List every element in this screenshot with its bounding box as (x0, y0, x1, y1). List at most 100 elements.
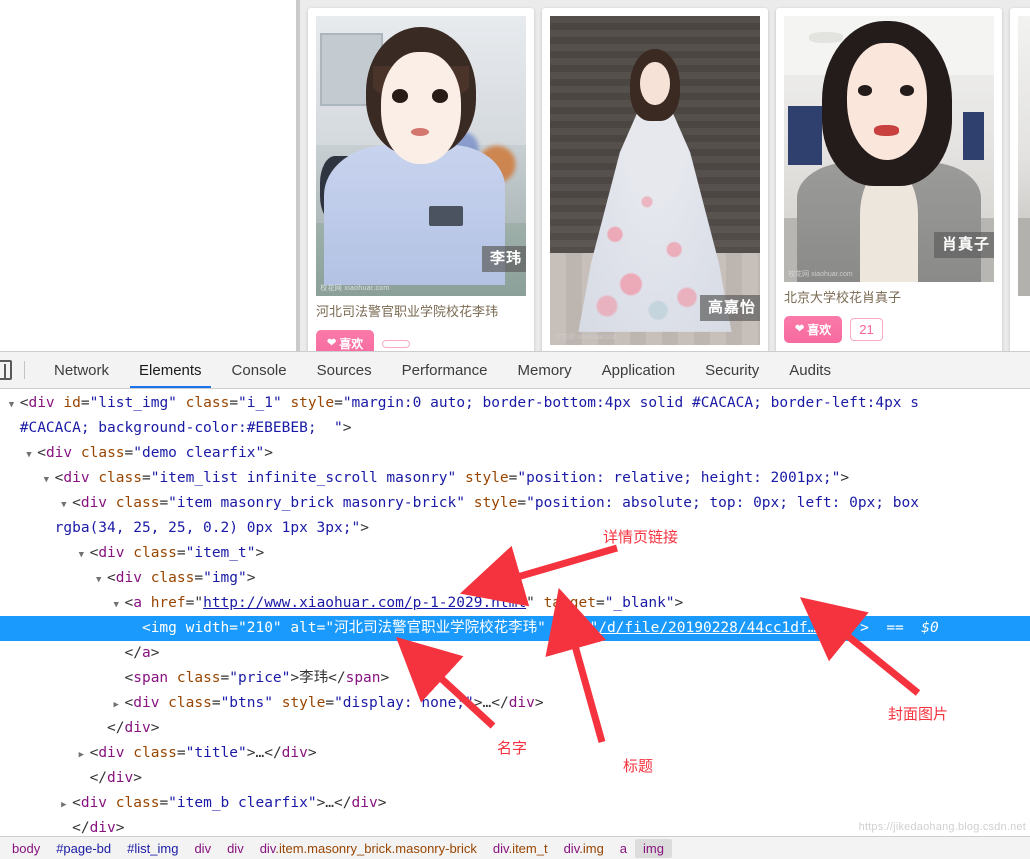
chevron-down-icon[interactable] (96, 568, 107, 593)
devtools-panel: Network Elements Console Sources Performance… (0, 351, 1030, 859)
breadcrumb-item-list_img[interactable]: #list_img (119, 839, 186, 858)
code-token-punct: > (115, 820, 125, 836)
code-token-tag: span (133, 670, 169, 686)
dom-node-row[interactable]: <div class="item_b clearfix">…</div> (0, 791, 1030, 816)
code-token-punct: >…</ (473, 695, 509, 711)
card-image-link[interactable]: 校花网 xiaohuar.com 肖真子 (784, 16, 994, 282)
code-token-punct: > (264, 445, 273, 461)
chevron-down-icon[interactable] (9, 393, 20, 418)
code-token-punct (273, 695, 282, 711)
code-token-attr: class (185, 395, 230, 411)
card-buttons: ❤ 喜欢 (316, 330, 526, 351)
code-token-punct (142, 570, 151, 586)
tab-audits[interactable]: Audits (774, 352, 846, 388)
breadcrumb-item-a[interactable]: a (612, 839, 635, 858)
dom-node-row[interactable]: <div class="img"> (0, 566, 1030, 591)
dom-node-row[interactable]: #CACACA; background-color:#EBEBEB; "> (0, 416, 1030, 441)
tab-performance[interactable]: Performance (387, 352, 503, 388)
page-left-gutter (0, 0, 296, 351)
tab-security[interactable]: Security (690, 352, 774, 388)
dom-node-row[interactable]: <div class="item_t"> (0, 541, 1030, 566)
code-token-val: "item_list infinite_scroll masonry" (150, 470, 457, 486)
heart-icon: ❤ (795, 323, 805, 336)
dom-node-row[interactable]: <div class="demo clearfix"> (0, 441, 1030, 466)
code-token-attr: class (150, 570, 195, 586)
code-token-val: "i_1" (238, 395, 282, 411)
chevron-down-icon[interactable] (114, 593, 125, 618)
breadcrumb-item-div[interactable]: div (219, 839, 252, 858)
code-token-punct: = (334, 395, 343, 411)
dom-node-row[interactable]: rgba(34, 25, 25, 0.2) 0px 1px 3px;"> (0, 516, 1030, 541)
code-token-punct: = (220, 670, 230, 686)
chevron-down-icon[interactable] (79, 543, 90, 568)
card-item[interactable] (1010, 8, 1030, 351)
tab-elements[interactable]: Elements (124, 352, 217, 388)
dom-node-row[interactable]: </a> (0, 641, 1030, 666)
breadcrumb-item-page-bd[interactable]: #page-bd (48, 839, 119, 858)
code-token-val: "display: none;" (334, 695, 474, 711)
breadcrumb-item-div[interactable]: div.item.masonry_brick.masonry-brick (252, 839, 485, 858)
code-token-tag: div (508, 695, 535, 711)
dom-node-row[interactable]: </div> (0, 766, 1030, 791)
code-token-punct: > (377, 795, 387, 811)
code-token-val: rgba(34, 25, 25, 0.2) 0px 1px 3px;" (54, 520, 361, 536)
breadcrumb-item-div[interactable]: div.img (556, 839, 612, 858)
card-item[interactable]: 校花网 xiaohuar.com 肖真子 北京大学校花肖真子 ❤ 喜欢 21 (776, 8, 1002, 351)
code-token-tag: div (80, 795, 108, 811)
code-token-dollar: == $0 (868, 620, 939, 636)
heart-icon: ❤ (327, 337, 337, 350)
tab-application[interactable]: Application (587, 352, 690, 388)
like-label: 喜欢 (807, 323, 832, 338)
chevron-right-icon[interactable] (61, 793, 72, 818)
code-token-tag: div (115, 570, 142, 586)
breadcrumb-item-div[interactable]: div (186, 839, 219, 858)
dom-node-row[interactable]: </div> (0, 716, 1030, 741)
like-count-badge[interactable]: 21 (850, 318, 883, 342)
dom-node-row[interactable]: <div class="btns" style="display: none;"… (0, 691, 1030, 716)
card-image-link[interactable]: 校花网 xiaohuar.com 李玮 (316, 16, 526, 296)
device-toolbar-icon[interactable] (0, 352, 16, 388)
dom-node-row[interactable]: <span class="price">李玮</span> (0, 666, 1030, 691)
like-button[interactable]: ❤ 喜欢 (316, 330, 375, 351)
code-token-val: "list_img" (89, 395, 177, 411)
code-token-punct (107, 495, 116, 511)
code-token-attr: href (150, 595, 186, 611)
breadcrumb-item-body[interactable]: body (4, 839, 48, 858)
like-button[interactable]: ❤ 喜欢 (784, 316, 843, 344)
chevron-down-icon[interactable] (44, 468, 55, 493)
dom-node-row-selected[interactable]: <img width="210" alt="河北司法警官职业学院校花李玮" sr… (0, 616, 1030, 641)
card-item[interactable]: 校花网 xiaohuar.com 高嘉怡 (542, 8, 768, 351)
code-token-attr: style (473, 495, 518, 511)
chevron-right-icon[interactable] (79, 743, 90, 768)
code-token-punct: < (89, 545, 99, 561)
chevron-right-icon[interactable] (114, 693, 125, 718)
tab-console[interactable]: Console (217, 352, 302, 388)
code-token-punct (456, 470, 465, 486)
dom-node-row[interactable]: <a href = "http://www.xiaohuar.com/p-1-202… (0, 591, 1030, 616)
code-token-link[interactable]: /d/file/20190228/44cc1df….jpg (598, 620, 851, 636)
code-token-tag: div (281, 745, 308, 761)
card-item[interactable]: 校花网 xiaohuar.com 李玮 河北司法警官职业学院校花李玮 ❤ 喜欢 (308, 8, 534, 351)
card-image-link[interactable]: 校花网 xiaohuar.com 高嘉怡 (550, 16, 760, 345)
dom-node-row[interactable]: <div class="title">…</div> (0, 741, 1030, 766)
elements-dom-tree[interactable]: <div id="list_img" class="i_1" style="ma… (0, 389, 1030, 836)
card-title[interactable]: 北京大学校花肖真子 (784, 289, 994, 307)
tab-network[interactable]: Network (39, 352, 124, 388)
chevron-down-icon[interactable] (26, 443, 37, 468)
like-count-badge[interactable] (382, 339, 411, 348)
tab-memory[interactable]: Memory (503, 352, 587, 388)
code-token-tag: div (45, 445, 73, 461)
dom-node-row[interactable]: <div id="list_img" class="i_1" style="ma… (0, 391, 1030, 416)
chevron-down-icon[interactable] (61, 493, 72, 518)
browser-viewport: 校花网 xiaohuar.com 李玮 河北司法警官职业学院校花李玮 ❤ 喜欢 (0, 0, 1030, 351)
card-title[interactable]: 河北司法警官职业学院校花李玮 (316, 303, 526, 321)
dom-node-row[interactable]: <div class="item masonry_brick masonry-b… (0, 491, 1030, 516)
code-token-link[interactable]: http://www.xiaohuar.com/p-1-2029.html (203, 595, 526, 611)
tab-sources[interactable]: Sources (302, 352, 387, 388)
code-token-punct: = (229, 395, 239, 411)
breadcrumb-item-img[interactable]: img (635, 838, 672, 858)
card-image-link[interactable] (1018, 16, 1030, 296)
devtools-toolbar: Network Elements Console Sources Performance… (0, 352, 1030, 389)
dom-node-row[interactable]: <div class="item_list infinite_scroll ma… (0, 466, 1030, 491)
breadcrumb-item-div[interactable]: div.item_t (485, 839, 556, 858)
